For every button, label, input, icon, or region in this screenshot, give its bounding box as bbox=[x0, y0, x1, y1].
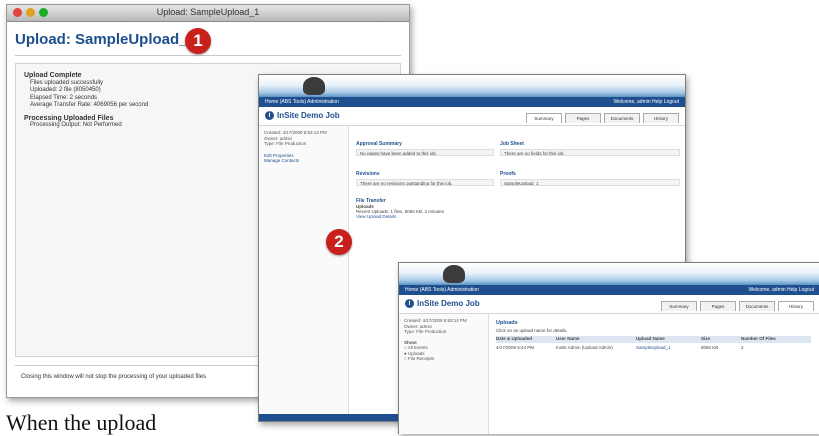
logo-icon bbox=[443, 265, 465, 283]
upload-details-link[interactable]: View Upload Details bbox=[356, 214, 516, 219]
file-transfer-panel: File Transfer Uploads Recent Uploads: 1 … bbox=[356, 198, 516, 219]
nav-links[interactable]: Home (ABS Tools) Administration bbox=[405, 287, 479, 293]
tab-pages[interactable]: Pages bbox=[700, 301, 736, 311]
info-icon: i bbox=[265, 111, 274, 120]
proofs-text[interactable]: SampleUpload_1 bbox=[500, 179, 680, 186]
tab-history[interactable]: History bbox=[643, 113, 679, 123]
job-sheet-panel: Job Sheet There are no fields for this j… bbox=[500, 141, 680, 156]
job-title: InSite Demo Job bbox=[277, 111, 340, 120]
job-sheet-text: There are no fields for this job. bbox=[500, 149, 680, 156]
info-icon: i bbox=[405, 299, 414, 308]
revisions-title: Revisions bbox=[356, 171, 380, 177]
tab-pages[interactable]: Pages bbox=[565, 113, 601, 123]
filter-file-receipts[interactable]: ○ File Receipts bbox=[404, 356, 483, 362]
table-cell: 8050 KB bbox=[701, 345, 719, 350]
approval-text: No pages have been added to this job. bbox=[356, 149, 494, 156]
callout-badge-2: 2 bbox=[326, 229, 352, 255]
caption-text: When the upload bbox=[6, 410, 157, 435]
callout-badge-1: 1 bbox=[185, 28, 211, 54]
uploads-subtitle: Click on an upload name for details. bbox=[496, 328, 568, 333]
filter-label-text: File Receipts bbox=[407, 356, 434, 361]
filter-label-text: All Events bbox=[407, 345, 428, 350]
window-title: Upload: SampleUpload_1 bbox=[156, 7, 260, 17]
job-tabs: Summary Pages Documents History bbox=[526, 113, 679, 123]
column-header: Number Of Files bbox=[741, 336, 776, 341]
column-header: User Name bbox=[556, 336, 580, 341]
approval-panel: Approval Summary No pages have been adde… bbox=[356, 141, 494, 156]
job-sheet-title: Job Sheet bbox=[500, 141, 524, 147]
sidebar-info: Type: File Production bbox=[404, 329, 447, 334]
tab-summary[interactable]: Summary bbox=[661, 301, 697, 311]
table-cell: 2 bbox=[741, 345, 744, 350]
job-history-window: Home (ABS Tools) Administration Welcome,… bbox=[398, 262, 819, 434]
divider bbox=[15, 55, 401, 56]
tab-summary[interactable]: Summary bbox=[526, 113, 562, 123]
table-cell: 4/17/2009 5:44 PM bbox=[496, 345, 535, 350]
job-header: i InSite Demo Job Summary Pages Document… bbox=[259, 107, 685, 126]
table-row: 4/17/2009 5:44 PM Insite Admin (Upload A… bbox=[496, 345, 811, 352]
sidebar-info: Type: File Production bbox=[264, 141, 307, 146]
proofs-title: Proofs bbox=[500, 171, 516, 177]
upload-heading: Upload: SampleUpload_1 bbox=[15, 31, 196, 48]
logo-icon bbox=[303, 77, 325, 95]
tab-documents[interactable]: Documents bbox=[739, 301, 775, 311]
job-tabs: Summary Pages Documents History bbox=[661, 301, 814, 311]
top-navbar: Home (ABS Tools) Administration Welcome,… bbox=[259, 97, 685, 107]
table-cell: Insite Admin (Upload Admin) bbox=[556, 345, 613, 350]
job-sidebar: Created: 4/17/2009 5:53:14 PM Owner: adm… bbox=[259, 126, 349, 421]
revisions-panel: Revisions There are no revisions outstan… bbox=[356, 171, 494, 186]
nav-links[interactable]: Home (ABS Tools) Administration bbox=[265, 99, 339, 105]
filter-label-text: Uploads bbox=[407, 350, 425, 356]
column-header: Upload Name bbox=[636, 336, 665, 341]
revisions-text: There are no revisions outstanding for t… bbox=[356, 179, 494, 186]
window-titlebar: Upload: SampleUpload_1 bbox=[7, 5, 409, 22]
banner bbox=[259, 75, 685, 97]
top-navbar: Home (ABS Tools) Administration Welcome,… bbox=[399, 285, 819, 295]
proofs-panel: Proofs SampleUpload_1 bbox=[500, 171, 680, 186]
tab-history[interactable]: History bbox=[778, 301, 814, 311]
tab-documents[interactable]: Documents bbox=[604, 113, 640, 123]
uploads-title: Uploads bbox=[496, 320, 518, 326]
job-title: InSite Demo Job bbox=[417, 299, 480, 308]
upload-name-link[interactable]: SampleUpload_1 bbox=[636, 345, 701, 352]
nav-user-links[interactable]: Welcome, admin Help Logout bbox=[614, 97, 680, 107]
job-sidebar: Created: 4/17/2009 5:53:14 PM Owner: adm… bbox=[399, 314, 489, 434]
banner bbox=[399, 263, 819, 285]
nav-user-links[interactable]: Welcome, admin Help Logout bbox=[749, 285, 815, 295]
column-header: Date & Uploaded bbox=[496, 336, 533, 341]
uploads-table-header: Date & Uploaded User Name Upload Name Si… bbox=[496, 336, 811, 343]
manage-contacts-link[interactable]: Manage Contacts bbox=[264, 158, 343, 164]
uploads-main: Uploads Click on an upload name for deta… bbox=[490, 314, 819, 434]
approval-title: Approval Summary bbox=[356, 141, 402, 147]
job-header: i InSite Demo Job Summary Pages Document… bbox=[399, 295, 819, 314]
column-header: Size bbox=[701, 336, 711, 341]
